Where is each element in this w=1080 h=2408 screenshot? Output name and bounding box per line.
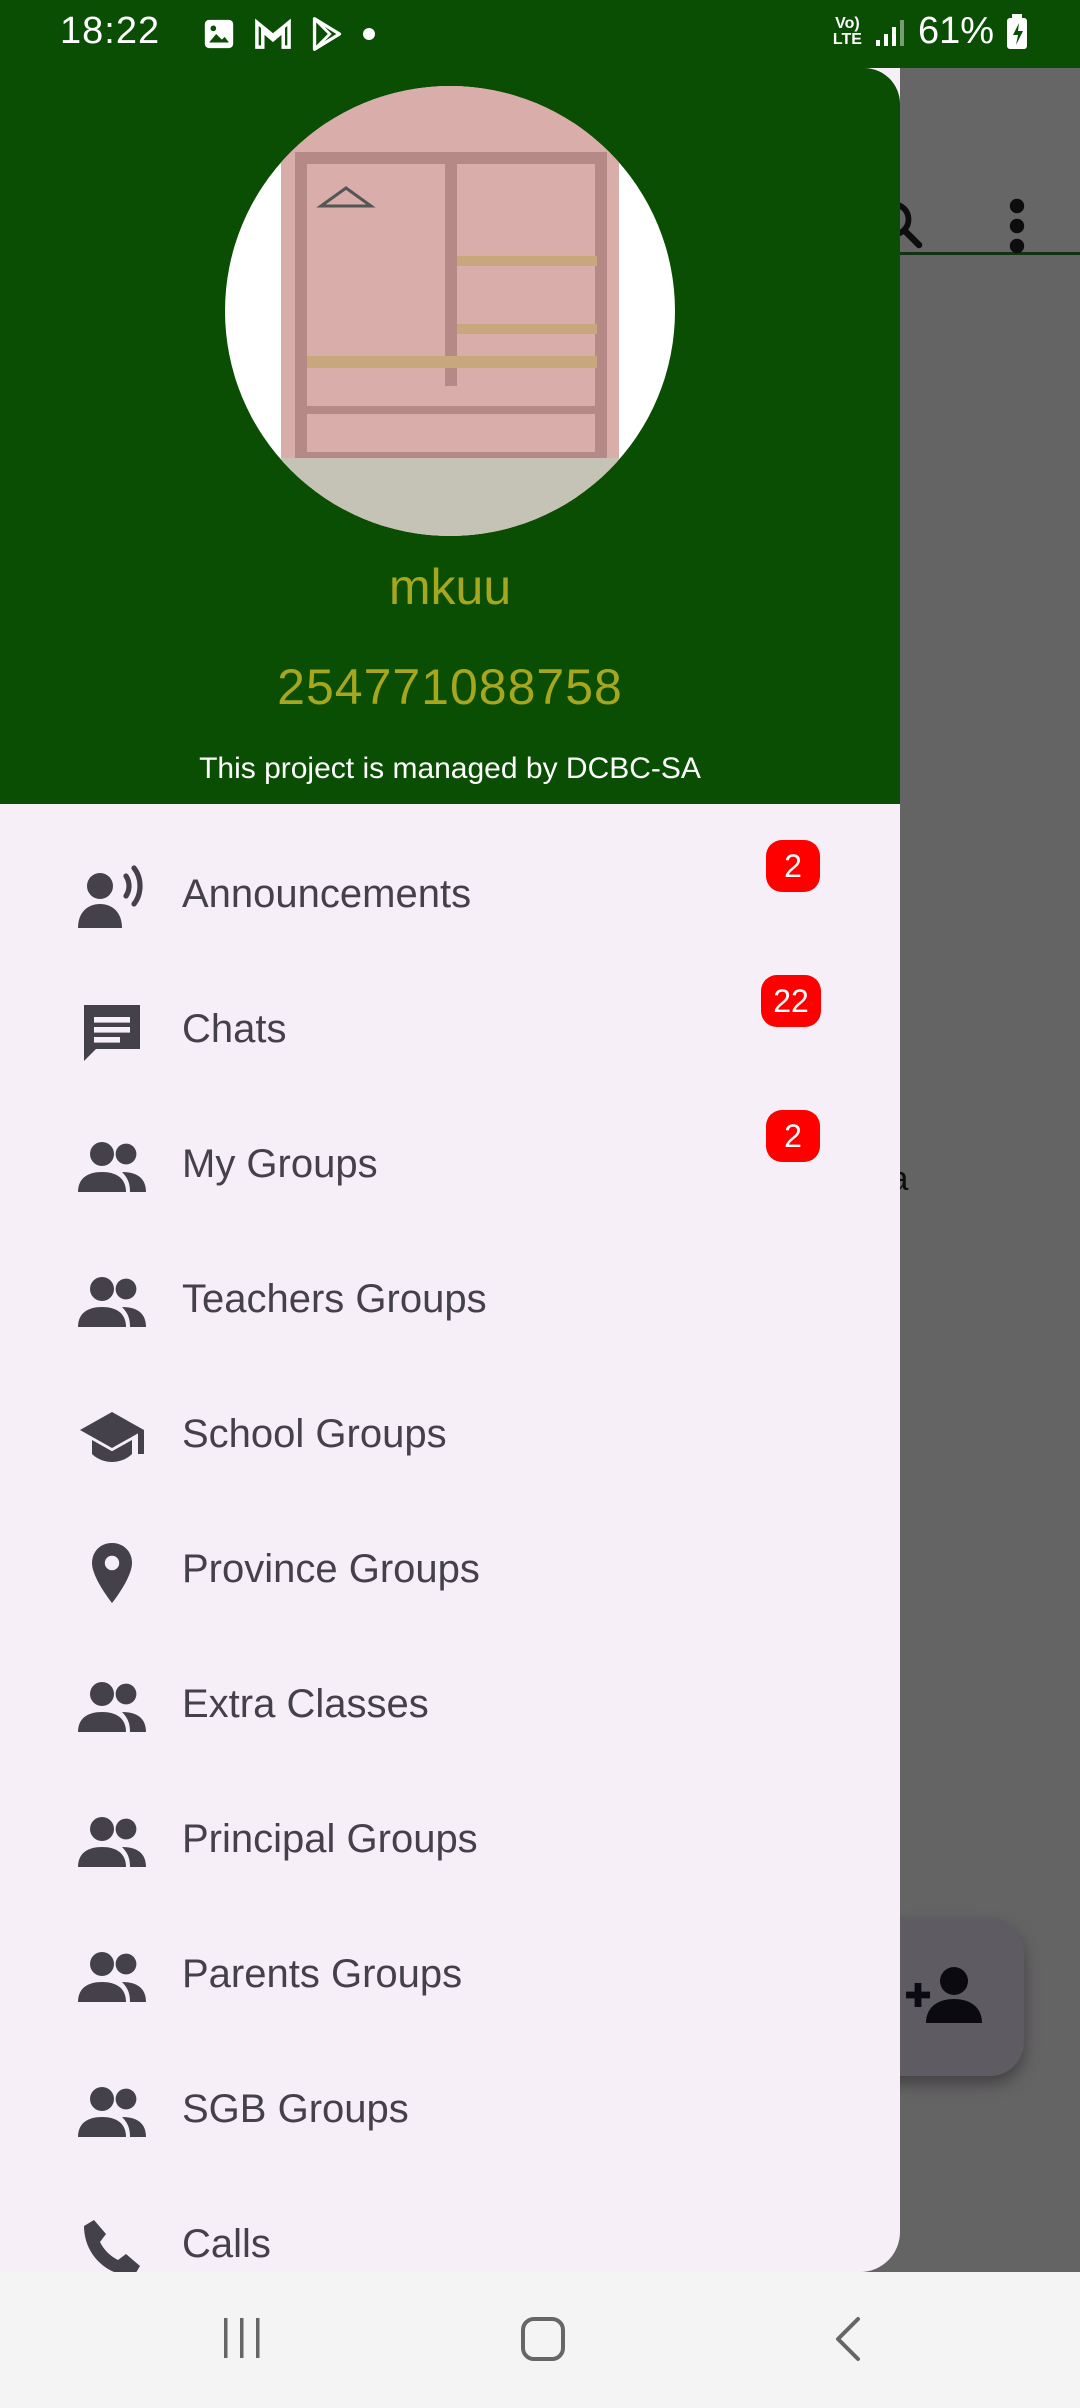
profile-photo	[281, 86, 619, 536]
menu-label: SGB Groups	[182, 2087, 409, 2131]
wardrobe-photo	[281, 86, 619, 536]
system-navigation-bar	[0, 2272, 1080, 2408]
menu-label: My Groups	[182, 1142, 378, 1186]
unread-badge: 2	[766, 840, 820, 892]
battery-percent: 61%	[917, 10, 994, 52]
menu-label: School Groups	[182, 1412, 447, 1456]
menu-label: Parents Groups	[182, 1952, 463, 1996]
menu-label: Teachers Groups	[182, 1277, 487, 1321]
chat-icon	[84, 1005, 140, 1061]
menu-label: Extra Classes	[182, 1682, 429, 1726]
drawer-menu: Announcements 2 Chats 22 My Groups 2 Tea…	[0, 830, 900, 2272]
drawer-header: mkuu 254771088758 This project is manage…	[0, 68, 900, 804]
group-icon	[78, 1142, 146, 1192]
recents-icon[interactable]	[222, 2316, 262, 2360]
menu-label: Province Groups	[182, 1547, 480, 1591]
back-icon[interactable]	[828, 2316, 868, 2362]
group-icon	[78, 1817, 146, 1867]
navigation-drawer: mkuu 254771088758 This project is manage…	[0, 68, 900, 2272]
status-time: 18:22	[60, 10, 161, 52]
profile-phone: 254771088758	[277, 659, 623, 715]
unread-badge: 2	[766, 1110, 820, 1162]
menu-item-calls[interactable]: Calls	[0, 2180, 900, 2272]
signal-icon	[875, 19, 904, 46]
profile-avatar[interactable]	[225, 86, 675, 536]
play-store-icon	[312, 17, 342, 51]
menu-label: Chats	[182, 1007, 287, 1051]
menu-item-principal-groups[interactable]: Principal Groups	[0, 1775, 900, 1910]
menu-item-teachers-groups[interactable]: Teachers Groups	[0, 1235, 900, 1370]
menu-item-my-groups[interactable]: My Groups 2	[0, 1100, 900, 1235]
menu-item-school-groups[interactable]: School Groups	[0, 1370, 900, 1505]
menu-label: Principal Groups	[182, 1817, 478, 1861]
menu-item-chats[interactable]: Chats 22	[0, 965, 900, 1100]
menu-item-announcements[interactable]: Announcements 2	[0, 830, 900, 965]
menu-item-extra-classes[interactable]: Extra Classes	[0, 1640, 900, 1775]
volte-icon: Vo) LTE	[832, 14, 862, 48]
profile-name: mkuu	[388, 559, 512, 615]
battery-charging-icon	[1007, 13, 1027, 49]
location-pin-icon	[92, 1543, 132, 1603]
managed-by-note: This project is managed by DCBC-SA	[199, 752, 701, 785]
menu-item-province-groups[interactable]: Province Groups	[0, 1505, 900, 1640]
menu-item-parents-groups[interactable]: Parents Groups	[0, 1910, 900, 2045]
notification-icons	[202, 16, 376, 52]
menu-label: Announcements	[182, 872, 472, 916]
status-right: Vo) LTE 61%	[833, 10, 1028, 53]
group-icon	[78, 1952, 146, 2002]
gallery-icon	[204, 19, 234, 49]
group-icon	[78, 1682, 146, 1732]
announcement-icon	[78, 865, 143, 928]
phone-icon	[84, 2220, 140, 2272]
unread-badge: 22	[761, 975, 821, 1027]
group-icon	[78, 2087, 146, 2137]
menu-label: Calls	[182, 2222, 271, 2266]
home-icon[interactable]	[520, 2316, 566, 2362]
group-icon	[78, 1277, 146, 1327]
status-bar: 18:22 Vo) LTE 61%	[0, 0, 1080, 68]
dot-icon	[363, 28, 375, 40]
school-icon	[80, 1412, 144, 1462]
gmail-icon	[255, 18, 291, 49]
menu-item-sgb-groups[interactable]: SGB Groups	[0, 2045, 900, 2180]
